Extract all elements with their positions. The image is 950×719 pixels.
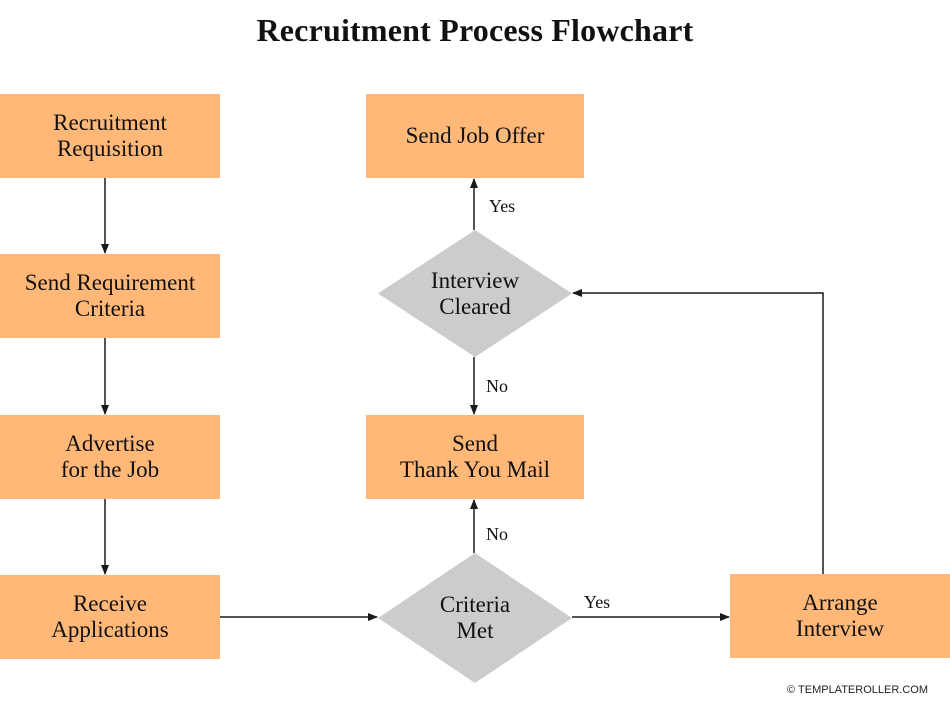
node-label: Send Job Offer: [405, 123, 545, 148]
node-label: Advertise: [65, 431, 155, 456]
node-label: Criteria: [439, 592, 511, 617]
node-label: Applications: [51, 617, 169, 642]
node-label: Met: [456, 618, 494, 643]
node-send-thank-you-mail: Send Thank You Mail: [366, 415, 584, 499]
footer-copyright: © TEMPLATEROLLER.COM: [787, 684, 928, 696]
node-label: Requisition: [56, 136, 164, 161]
node-label: Interview: [430, 267, 520, 293]
edge-label-criteria-yes: Yes: [584, 592, 611, 612]
arrow-arrange-to-interview-cleared: [572, 289, 824, 574]
node-arrange-interview: Arrange Interview: [730, 574, 950, 658]
node-receive-applications: Receive Applications: [0, 575, 220, 659]
node-recruitment-requisition: Recruitment Requisition: [0, 94, 220, 178]
node-label: Send Requirement: [24, 270, 196, 295]
node-label: Send: [452, 431, 498, 456]
node-interview-cleared: Interview Cleared: [378, 230, 572, 357]
node-send-requirement-criteria: Send Requirement Criteria: [0, 254, 220, 338]
edge-label-interview-yes: Yes: [489, 196, 516, 216]
node-criteria-met: Criteria Met: [378, 553, 572, 683]
node-label: Criteria: [74, 296, 146, 321]
node-send-job-offer: Send Job Offer: [366, 94, 584, 178]
node-label: for the Job: [60, 457, 160, 482]
node-label: Recruitment: [53, 110, 167, 135]
edge-label-interview-no: No: [486, 376, 508, 396]
node-label: Arrange: [802, 590, 878, 615]
node-label: Receive: [72, 591, 148, 616]
node-label: Cleared: [439, 293, 511, 319]
node-advertise-job: Advertise for the Job: [0, 415, 220, 499]
edge-label-criteria-no: No: [486, 524, 508, 544]
node-label: Thank You Mail: [399, 457, 551, 482]
node-label: Interview: [795, 616, 885, 641]
